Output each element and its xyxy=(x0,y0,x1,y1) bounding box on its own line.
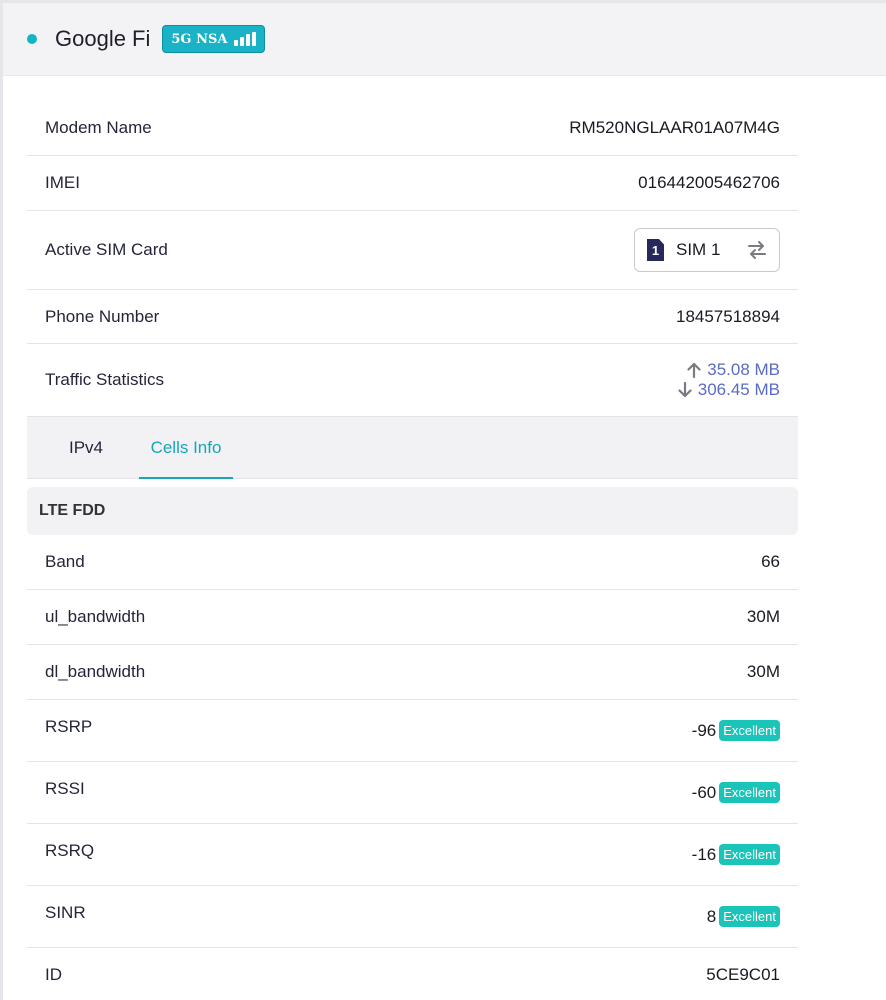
cell-id-label: ID xyxy=(45,964,62,984)
network-type-badge: 5G NSA xyxy=(162,25,266,53)
sim-switch-button[interactable]: 1 SIM 1 xyxy=(634,228,780,272)
download-traffic: 306.45 MB xyxy=(678,380,780,400)
traffic-values: 35.08 MB 306.45 MB xyxy=(678,360,780,400)
window-frame-left xyxy=(0,0,3,1000)
imei-label: IMEI xyxy=(45,173,80,192)
download-traffic-value: 306.45 MB xyxy=(697,380,780,399)
signal-bar xyxy=(234,40,239,46)
sim-select-value: SIM 1 xyxy=(676,240,721,259)
dl-bandwidth-row: dl_bandwidth 30M xyxy=(27,645,798,700)
rsrq-reading: -16 Excellent xyxy=(692,844,780,865)
rsrq-row: RSRQ -16 Excellent xyxy=(27,824,798,886)
active-sim-row: Active SIM Card 1 SIM 1 xyxy=(27,211,798,290)
swap-icon xyxy=(747,241,767,259)
upload-traffic-value: 35.08 MB xyxy=(707,360,780,379)
band-label: Band xyxy=(45,552,85,571)
cell-id-value: 5CE9C01 xyxy=(706,964,780,984)
phone-number-label: Phone Number xyxy=(45,306,160,326)
rssi-value: -60 xyxy=(691,782,717,802)
traffic-statistics-label: Traffic Statistics xyxy=(45,370,165,389)
modem-name-row: Modem Name RM520NGLAAR01A07M4G xyxy=(27,100,798,156)
band-row: Band 66 xyxy=(27,535,798,590)
rsrp-label: RSRP xyxy=(45,716,93,736)
phone-number-value: 18457518894 xyxy=(675,306,780,326)
connection-status-dot xyxy=(27,34,37,44)
upload-traffic: 35.08 MB xyxy=(687,360,780,380)
imei-value: 016442005462706 xyxy=(638,173,780,192)
lte-fdd-section-title: LTE FDD xyxy=(27,487,798,535)
sinr-value: 8 xyxy=(706,906,717,926)
rssi-label: RSSI xyxy=(45,778,85,798)
rsrp-quality-badge: Excellent xyxy=(719,720,780,741)
phone-number-row: Phone Number 18457518894 xyxy=(27,290,798,344)
modem-name-value: RM520NGLAAR01A07M4G xyxy=(569,117,780,137)
sinr-reading: 8 Excellent xyxy=(707,906,780,927)
rsrq-value: -16 xyxy=(691,844,717,864)
info-tabs: IPv4 Cells Info xyxy=(27,417,798,479)
sim-card-icon: 1 xyxy=(647,239,664,261)
ul-bandwidth-label: ul_bandwidth xyxy=(45,607,146,626)
signal-strength-icon xyxy=(234,32,257,46)
network-type-label: 5G NSA xyxy=(171,31,228,47)
arrow-down-icon xyxy=(678,382,692,398)
sinr-quality-badge: Excellent xyxy=(719,906,780,927)
modem-name-label: Modem Name xyxy=(45,117,152,137)
tab-ipv4[interactable]: IPv4 xyxy=(27,417,139,478)
dl-bandwidth-value: 30M xyxy=(746,662,780,681)
rsrp-value: -96 xyxy=(691,720,717,740)
ul-bandwidth-value: 30M xyxy=(746,607,780,626)
sinr-label: SINR xyxy=(45,902,86,922)
band-value: 66 xyxy=(761,552,780,571)
rsrp-reading: -96 Excellent xyxy=(692,720,780,741)
active-sim-label: Active SIM Card xyxy=(45,240,168,259)
sinr-row: SINR 8 Excellent xyxy=(27,886,798,948)
rssi-reading: -60 Excellent xyxy=(692,782,780,803)
carrier-name: Google Fi xyxy=(55,26,151,51)
signal-bar xyxy=(252,32,257,46)
rsrq-quality-badge: Excellent xyxy=(719,844,780,865)
arrow-up-icon xyxy=(687,362,701,378)
rssi-quality-badge: Excellent xyxy=(719,782,780,803)
tab-cells-info[interactable]: Cells Info xyxy=(139,417,233,479)
rsrp-row: RSRP -96 Excellent xyxy=(27,700,798,762)
ul-bandwidth-row: ul_bandwidth 30M xyxy=(27,590,798,645)
imei-row: IMEI 016442005462706 xyxy=(27,156,798,211)
cell-id-row: ID 5CE9C01 xyxy=(27,948,798,1000)
signal-bar xyxy=(240,37,245,46)
signal-bar xyxy=(246,34,251,46)
rssi-row: RSSI -60 Excellent xyxy=(27,762,798,824)
traffic-statistics-row: Traffic Statistics 35.08 MB 306.45 MB xyxy=(27,344,798,417)
carrier-header: Google Fi 5G NSA xyxy=(3,3,886,76)
rsrq-label: RSRQ xyxy=(45,840,95,860)
dl-bandwidth-label: dl_bandwidth xyxy=(45,662,146,681)
modem-info-panel: Modem Name RM520NGLAAR01A07M4G IMEI 0164… xyxy=(27,100,798,1000)
